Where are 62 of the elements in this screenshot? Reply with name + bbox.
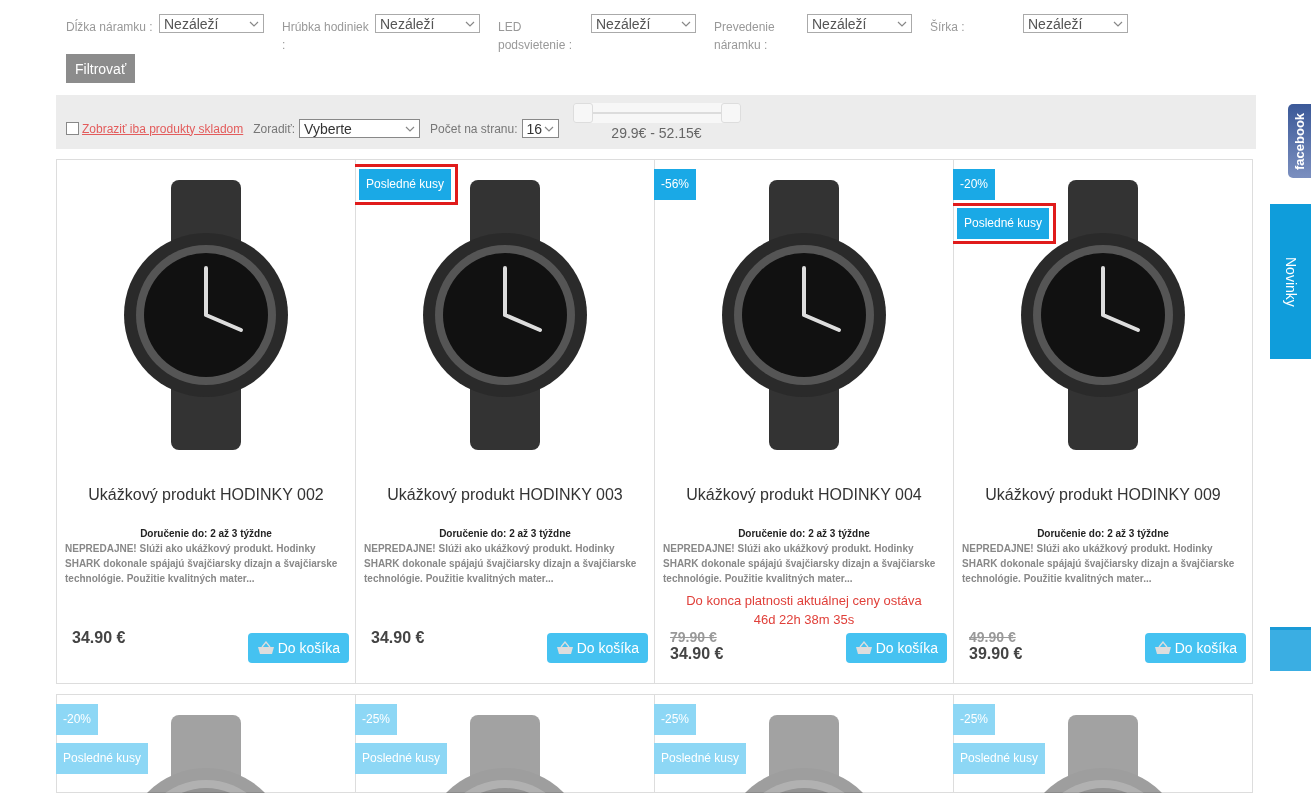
last-items-badge: Posledné kusy <box>957 208 1050 239</box>
caret-icon <box>249 20 259 27</box>
countdown-text: Do konca platnosti aktuálnej ceny ostáva 46d 22h 38m 35s <box>685 592 923 629</box>
filter-dropdown[interactable]: Nezáleží <box>375 14 480 33</box>
product-title[interactable]: Ukážkový produkt HODINKY 004 <box>686 486 922 504</box>
last-items-badge: Posledné kusy <box>359 169 452 200</box>
filter-label: LED podsvietenie : <box>498 19 574 54</box>
last-items-badge: Posledné kusy <box>56 743 149 774</box>
product-title[interactable]: Ukážkový produkt HODINKY 002 <box>88 486 324 504</box>
last-items-badge: Posledné kusy <box>953 743 1046 774</box>
basket-icon <box>1153 641 1172 655</box>
last-items-badge: Posledné kusy <box>355 743 448 774</box>
slider-handle[interactable] <box>720 103 741 123</box>
per-page-dropdown[interactable]: 16 <box>521 119 559 138</box>
basket-icon <box>256 641 275 655</box>
basket-icon <box>854 641 873 655</box>
price: 39.90 € <box>969 645 1023 663</box>
side-tab[interactable] <box>1270 627 1311 671</box>
price: 34.90 € <box>371 629 425 647</box>
product-description: NEPREDAJNE! Slúži ako ukážkový produkt. Hodinky SHARK dokonale spájajú švajčiarsky dizajn a švajčiarske technológie. Použitie kvalitných mater... <box>363 542 638 586</box>
discount-badge: -25% <box>355 704 397 735</box>
product-title[interactable]: Ukážkový produkt HODINKY 003 <box>387 486 623 504</box>
filter-label: Dĺžka náramku : <box>66 18 154 36</box>
filter-label: Prevedenie náramku : <box>714 19 776 54</box>
caret-icon <box>465 20 475 27</box>
filter-dropdown[interactable]: Nezáleží <box>1023 14 1128 33</box>
price: 34.90 € <box>670 645 724 663</box>
discount-badge: -20% <box>953 169 995 200</box>
stock-checkbox[interactable] <box>66 122 79 135</box>
delivery-text: Doručenie do: 2 až 3 týždne <box>1037 528 1169 539</box>
caret-icon <box>1113 20 1123 27</box>
caret-icon <box>681 20 691 27</box>
product-title[interactable]: Ukážkový produkt HODINKY 009 <box>985 486 1221 504</box>
old-price: 79.90 € <box>670 629 718 645</box>
filter-dropdown[interactable]: Nezáleží <box>591 14 696 33</box>
filter-dropdown[interactable]: Nezáleží <box>807 14 912 33</box>
sort-dropdown[interactable]: Vyberte <box>299 119 421 138</box>
old-price: 49.90 € <box>969 629 1017 645</box>
slider-handle[interactable] <box>572 103 593 123</box>
last-items-badge: Posledné kusy <box>654 743 747 774</box>
per-page-label: Počet na stranu: <box>430 121 518 136</box>
filter-label: Šírka : <box>930 18 966 36</box>
caret-icon <box>405 125 416 132</box>
price-range-text: 29.9€ - 52.15€ <box>611 125 702 141</box>
sort-label: Zoradiť: <box>253 121 296 136</box>
discount-badge: -25% <box>953 704 995 735</box>
facebook-tab[interactable]: facebook <box>1288 104 1311 178</box>
caret-icon <box>543 125 554 132</box>
discount-badge: -20% <box>56 704 98 735</box>
caret-icon <box>897 20 907 27</box>
basket-icon <box>555 641 574 655</box>
filter-dropdown[interactable]: Nezáleží <box>159 14 264 33</box>
discount-badge: -25% <box>654 704 696 735</box>
product-description: NEPREDAJNE! Slúži ako ukážkový produkt. Hodinky SHARK dokonale spájajú švajčiarsky dizajn a švajčiarske technológie. Použitie kvalitných mater... <box>64 542 339 586</box>
product-description: NEPREDAJNE! Slúži ako ukážkový produkt. Hodinky SHARK dokonale spájajú švajčiarsky dizajn a švajčiarske technológie. Použitie kvalitných mater... <box>961 542 1236 586</box>
delivery-text: Doručenie do: 2 až 3 týždne <box>140 528 272 539</box>
price: 34.90 € <box>72 629 126 647</box>
product-description: NEPREDAJNE! Slúži ako ukážkový produkt. Hodinky SHARK dokonale spájajú švajčiarsky dizajn a švajčiarske technológie. Použitie kvalitných mater... <box>662 542 937 586</box>
delivery-text: Doručenie do: 2 až 3 týždne <box>439 528 571 539</box>
discount-badge: -56% <box>654 169 696 200</box>
delivery-text: Doručenie do: 2 až 3 týždne <box>738 528 870 539</box>
filter-label: Hrúbka hodiniek : <box>282 19 370 54</box>
